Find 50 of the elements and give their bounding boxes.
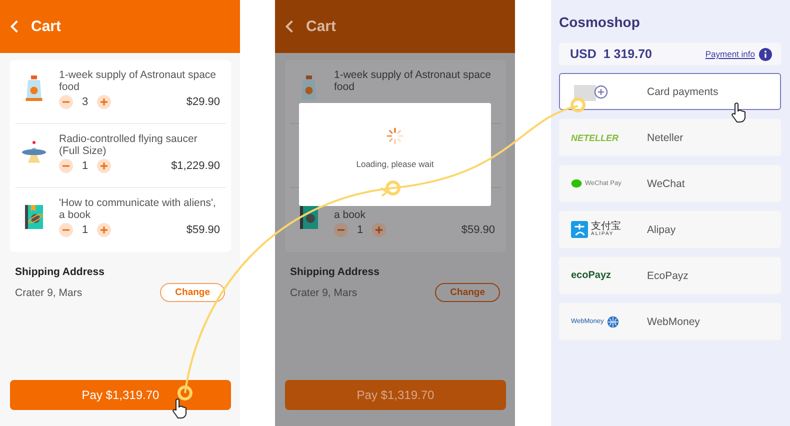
item-price: $59.90 xyxy=(186,224,220,236)
quantity: 3 xyxy=(82,96,88,108)
plus-button[interactable] xyxy=(97,223,112,237)
quantity: 1 xyxy=(82,160,88,172)
shipping-label: Shipping Address xyxy=(290,266,380,278)
loading-message: Loading, please wait xyxy=(356,159,434,169)
item-price: $29.90 xyxy=(186,96,220,108)
item-title: 1-week supply of Astronaut space food xyxy=(59,69,218,94)
neteller-logo: NETELLER xyxy=(571,132,619,142)
payment-method[interactable]: Card payments xyxy=(559,73,781,110)
item-price: $59.90 xyxy=(461,224,495,236)
minus-button[interactable] xyxy=(334,223,348,237)
method-name: EcoPayz xyxy=(647,270,688,282)
info-icon[interactable] xyxy=(759,48,772,60)
item-price: $1,229.90 xyxy=(171,160,220,172)
screen-title: Cart xyxy=(306,18,336,35)
item-title: Radio-controlled flying saucer (Full Size) xyxy=(59,133,198,158)
quantity: 1 xyxy=(82,224,88,236)
globe-icon xyxy=(606,316,619,328)
payment-method[interactable]: ecoPayz EcoPayz xyxy=(559,257,781,294)
back-icon[interactable] xyxy=(285,20,294,33)
method-name: Card payments xyxy=(647,86,718,98)
item-title: 'How to communicate with aliens', a book xyxy=(59,197,217,222)
payment-method[interactable]: NETELLER Neteller xyxy=(559,119,781,156)
item-title: a book xyxy=(334,208,367,222)
shop-name: Cosmoshop xyxy=(559,14,641,30)
hand-cursor-icon xyxy=(172,398,186,418)
ecopayz-logo: ecoPayz xyxy=(571,270,612,281)
plus-button[interactable] xyxy=(372,223,386,237)
minus-button[interactable] xyxy=(59,95,73,109)
shipping-address: Crater 9, Mars xyxy=(290,286,358,298)
spinner-icon xyxy=(386,127,404,145)
amount: USD 1 319.70 xyxy=(570,47,653,61)
method-name: WeChat xyxy=(647,178,685,190)
plus-button[interactable] xyxy=(97,95,112,109)
alipay-logo: 支付宝 xyxy=(591,222,621,232)
quantity: 1 xyxy=(357,224,364,236)
shipping-label: Shipping Address xyxy=(15,266,106,278)
method-name: Alipay xyxy=(647,224,676,236)
alipay-icon xyxy=(571,221,588,238)
item-title: 1-week supply of Astronaut space food xyxy=(334,69,492,94)
payment-info-link[interactable]: Payment info xyxy=(705,49,755,59)
minus-button[interactable] xyxy=(59,223,73,237)
method-name: WebMoney xyxy=(647,316,700,328)
method-name: Neteller xyxy=(647,132,684,144)
minus-button[interactable] xyxy=(59,159,73,173)
screen-title: Cart xyxy=(31,18,62,35)
shipping-address: Crater 9, Mars xyxy=(15,286,82,298)
hand-cursor-icon xyxy=(732,102,746,122)
plus-button[interactable] xyxy=(97,159,112,173)
